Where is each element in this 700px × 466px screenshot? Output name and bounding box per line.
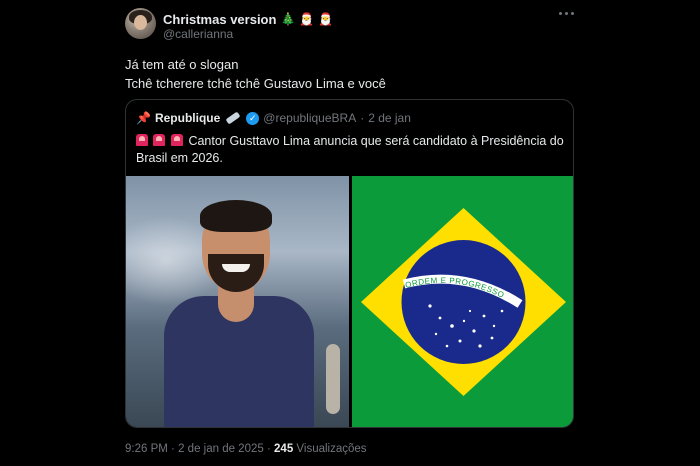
siren-icon (136, 134, 148, 146)
views-count: 245 (274, 443, 294, 455)
more-options-icon[interactable] (559, 12, 574, 15)
avatar[interactable] (125, 8, 156, 39)
syringe-icon (225, 111, 241, 125)
santa-icon: 🎅 (318, 12, 334, 26)
tweet-text-line: Tchê tcherere tchê tchê Gustavo Lima e v… (125, 76, 386, 91)
pin-icon: 📌 (136, 111, 151, 125)
tweet: Christmas version 🎄 🎅 🎅 @callerianna Já … (0, 0, 700, 466)
brazil-flag-image[interactable]: ORDEM E PROGRESSO (352, 176, 573, 427)
quoted-date[interactable]: 2 de jan (368, 111, 411, 125)
tweet-text-line: Já tem até o slogan (125, 57, 239, 72)
avatar-face (134, 15, 147, 30)
tweet-time[interactable]: 9:26 PM (125, 443, 168, 455)
singer-photo[interactable] (126, 176, 349, 427)
siren-icon (153, 134, 166, 146)
tweet-meta: 9:26 PM · 2 de jan de 2025 · 245 Visuali… (125, 443, 367, 455)
quoted-text-body: Cantor Gusttavo Lima anuncia que será ca… (136, 134, 564, 165)
meta-separator: · (266, 443, 271, 455)
christmas-tree-icon: 🎄 (280, 12, 296, 26)
smile (222, 264, 250, 272)
quoted-tweet-text: Cantor Gusttavo Lima anuncia que será ca… (136, 133, 566, 167)
siren-icon (170, 134, 183, 146)
microphone (326, 344, 340, 414)
meta-separator: · (171, 443, 175, 455)
quoted-tweet[interactable]: 📌 Republique ✓ @republiqueBRA · 2 de jan… (125, 99, 574, 428)
author-name-line: Christmas version 🎄 🎅 🎅 (163, 10, 333, 28)
views-label: Visualizações (296, 443, 367, 455)
hair (200, 200, 272, 232)
author-handle[interactable]: @callerianna (163, 27, 233, 41)
quoted-handle[interactable]: @republiqueBRA (263, 111, 356, 125)
display-name[interactable]: Christmas version (163, 12, 276, 27)
header-separator: · (360, 111, 365, 125)
quoted-media: ORDEM E PROGRESSO (126, 176, 573, 427)
santa-icon: 🎅 (299, 12, 315, 26)
brazil-flag-svg: ORDEM E PROGRESSO (352, 176, 573, 427)
tweet-date[interactable]: 2 de jan de 2025 (178, 443, 264, 455)
flag-blue-globe (401, 240, 526, 364)
tweet-text: Já tem até o slogan Tchê tcherere tchê t… (125, 55, 386, 93)
quoted-tweet-header: 📌 Republique ✓ @republiqueBRA · 2 de jan (136, 110, 411, 126)
quoted-display-name[interactable]: Republique (155, 111, 220, 125)
verified-badge-icon: ✓ (246, 111, 260, 125)
